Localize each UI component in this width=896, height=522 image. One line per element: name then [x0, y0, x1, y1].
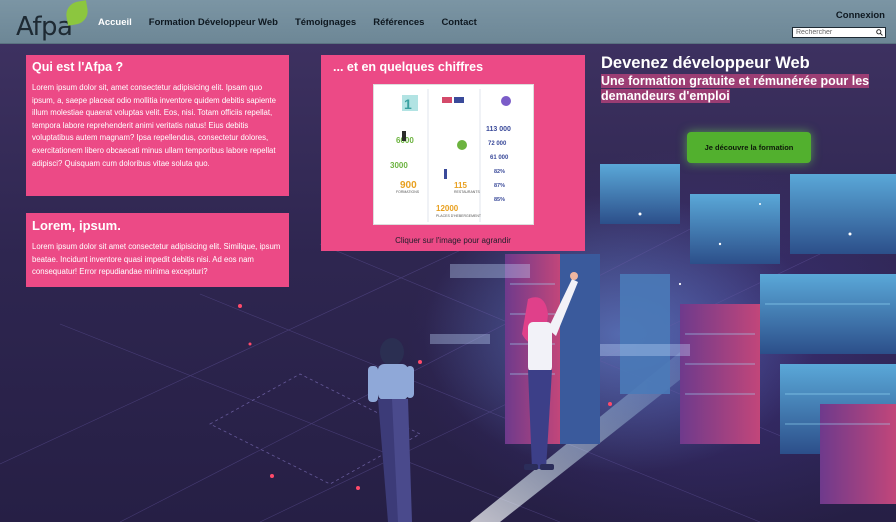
- search-icon[interactable]: [876, 29, 883, 36]
- infographic-label: PLACES D'HEBERGEMENT: [436, 214, 482, 218]
- infographic-label: FORMATIONS: [396, 190, 420, 194]
- person-standing-illustration: [368, 338, 414, 522]
- infographic-number: 72 000: [488, 141, 507, 147]
- hero-subtitle-text: Une formation gratuite et rémunérée pour…: [601, 74, 870, 103]
- nav-item-accueil[interactable]: Accueil: [98, 17, 132, 28]
- site-header: Afpa Accueil Formation Développeur Web T…: [0, 0, 896, 44]
- card-chiffres: ... et en quelques chiffres 1 6000 3000 …: [321, 55, 585, 251]
- card-text: Lorem ipsum dolor sit, amet consectetur …: [32, 83, 277, 168]
- infographic-number: 61 000: [490, 155, 509, 161]
- hero-title: Devenez développeur Web: [601, 54, 810, 72]
- hero-subtitle: Une formation gratuite et rémunérée pour…: [601, 74, 891, 104]
- infographic-number: 12000: [436, 204, 459, 213]
- connexion-link[interactable]: Connexion: [836, 10, 885, 21]
- logo-text: Afpa: [16, 12, 73, 42]
- card-title: ... et en quelques chiffres: [333, 60, 484, 74]
- card-title: Lorem, ipsum.: [32, 218, 121, 233]
- nav-item-references[interactable]: Références: [373, 17, 424, 28]
- card-text: Lorem ipsum dolor sit amet consectetur a…: [32, 242, 281, 277]
- nav-item-formation[interactable]: Formation Développeur Web: [149, 17, 278, 28]
- search-input[interactable]: [793, 28, 873, 37]
- afpa-logo[interactable]: Afpa: [16, 0, 90, 42]
- infographic-number: 113 000: [486, 126, 511, 133]
- infographic-illustration: 1 6000 3000 900 115 12000 113 000 72 000…: [390, 89, 511, 222]
- discover-formation-button[interactable]: Je découvre la formation: [687, 132, 811, 163]
- infographic-number: 3000: [390, 161, 408, 170]
- infographic-image[interactable]: 1 6000 3000 900 115 12000 113 000 72 000…: [373, 84, 534, 225]
- infographic-number: 87%: [494, 183, 505, 189]
- infographic-number: 82%: [494, 169, 505, 175]
- nav-item-contact[interactable]: Contact: [441, 17, 476, 28]
- card-title: Qui est l'Afpa ?: [32, 60, 124, 74]
- infographic-caption: Cliquer sur l'image pour agrandir: [395, 236, 511, 245]
- leaf-icon: [64, 0, 90, 26]
- main-nav: Accueil Formation Développeur Web Témoig…: [98, 17, 494, 28]
- search-box: [792, 27, 886, 38]
- infographic-number: 115: [454, 181, 467, 190]
- infographic-label: RESTAURANTS: [454, 190, 480, 194]
- card-qui-est-afpa: Qui est l'Afpa ? Lorem ipsum dolor sit, …: [26, 55, 289, 196]
- infographic-number: 1: [404, 96, 412, 112]
- nav-item-temoignages[interactable]: Témoignages: [295, 17, 356, 28]
- card-lorem-ipsum: Lorem, ipsum. Lorem ipsum dolor sit amet…: [26, 213, 289, 287]
- infographic-number: 85%: [494, 197, 505, 203]
